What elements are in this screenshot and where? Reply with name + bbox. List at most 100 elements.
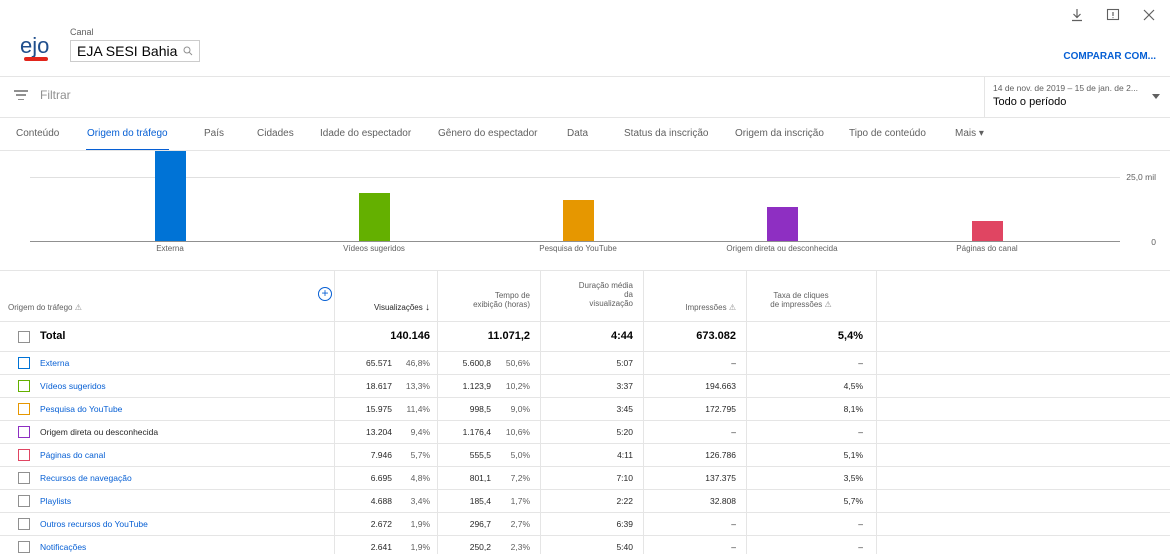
ctr-value: 8,1% [843, 404, 863, 414]
total-checkbox[interactable] [18, 331, 30, 343]
header-views[interactable]: Visualizações ↓ [340, 302, 430, 313]
table-row: Externa 65.571 46,8% 5.600,8 50,6% 5:07 – – [0, 351, 1170, 374]
tab-cities[interactable]: Cidades [257, 128, 294, 139]
filter-bar[interactable]: Filtrar [14, 88, 71, 102]
traffic-source-link[interactable]: Playlists [40, 496, 71, 506]
traffic-source-link[interactable]: Páginas do canal [40, 450, 105, 460]
tab-subscription-status[interactable]: Status da inscrição [624, 128, 709, 139]
views-value: 65.571 [366, 358, 392, 368]
header-ctr[interactable]: Taxa de cliques de impressões ⚠ [753, 291, 849, 309]
traffic-source-link[interactable]: Externa [40, 358, 69, 368]
watch-time-percent: 7,2% [510, 473, 530, 483]
traffic-source-link[interactable]: Origem direta ou desconhecida [40, 427, 158, 437]
avg-duration-value: 6:39 [616, 519, 633, 529]
date-period: Todo o período [993, 96, 1067, 108]
channel-selector[interactable]: EJA SESI Bahia [70, 40, 200, 62]
warning-icon: ⚠ [74, 303, 82, 312]
tab-content[interactable]: Conteúdo [16, 128, 59, 139]
table-row: Outros recursos do YouTube 2.672 1,9% 296,7… [0, 512, 1170, 535]
compare-button[interactable]: COMPARAR COM... [1063, 51, 1156, 62]
ctr-value: 5,7% [843, 496, 863, 506]
watch-time-value: 555,5 [469, 450, 491, 460]
header-avg-duration[interactable]: Duração média da visualização [547, 281, 633, 308]
tab-country[interactable]: País [204, 128, 224, 139]
x-tick-label: Páginas do canal [956, 244, 1018, 253]
views-value: 7.946 [370, 450, 392, 460]
chart-bar[interactable] [972, 220, 1003, 241]
avg-duration-value: 5:07 [616, 358, 633, 368]
row-checkbox[interactable] [18, 380, 30, 392]
x-tick-label: Pesquisa do YouTube [539, 244, 617, 253]
chart-bar[interactable] [563, 200, 594, 241]
impressions-value: – [731, 519, 736, 529]
avg-duration-value: 3:37 [616, 381, 633, 391]
views-percent: 1,9% [410, 542, 430, 552]
warning-icon: ⚠ [728, 303, 736, 312]
total-watch-time: 11.071,2 [487, 330, 530, 342]
close-icon[interactable] [1140, 6, 1158, 24]
row-checkbox[interactable] [18, 472, 30, 484]
row-checkbox[interactable] [18, 403, 30, 415]
impressions-value: 194.663 [705, 381, 736, 391]
report-tabs: Conteúdo Origem do tráfego País Cidades … [0, 118, 1170, 151]
tab-viewer-age[interactable]: Idade do espectador [320, 128, 411, 139]
table-row: Playlists 4.688 3,4% 185,4 1,7% 2:22 32.808 5,7… [0, 489, 1170, 512]
ctr-value: – [858, 427, 863, 437]
views-percent: 3,4% [410, 496, 430, 506]
ctr-value: 5,1% [843, 450, 863, 460]
sort-down-icon: ↓ [425, 302, 430, 313]
traffic-source-link[interactable]: Notificações [40, 542, 86, 552]
impressions-value: 137.375 [705, 473, 736, 483]
views-percent: 9,4% [410, 427, 430, 437]
traffic-source-link[interactable]: Vídeos sugeridos [40, 381, 106, 391]
x-tick-label: Vídeos sugeridos [343, 244, 405, 253]
traffic-source-link[interactable]: Recursos de navegação [40, 473, 132, 483]
feedback-icon[interactable] [1104, 6, 1122, 24]
traffic-source-chart: 25,0 mil 0 Externa Vídeos sugeridos Pesqui… [0, 151, 1170, 261]
total-label: Total [40, 330, 66, 342]
row-checkbox[interactable] [18, 449, 30, 461]
date-range-text: 14 de nov. de 2019 – 15 de jan. de 2... [993, 83, 1138, 93]
header-impressions[interactable]: Impressões ⚠ [650, 303, 736, 312]
views-percent: 5,7% [410, 450, 430, 460]
download-icon[interactable] [1068, 6, 1086, 24]
chart-bar[interactable] [767, 207, 798, 241]
tab-subscription-source[interactable]: Origem da inscrição [735, 128, 824, 139]
row-checkbox[interactable] [18, 426, 30, 438]
chart-bar[interactable] [359, 193, 390, 241]
tab-date[interactable]: Data [567, 128, 588, 139]
divider [0, 270, 1170, 271]
header-watch-time[interactable]: Tempo de exibição (horas) [444, 291, 530, 309]
row-checkbox[interactable] [18, 518, 30, 530]
row-checkbox[interactable] [18, 541, 30, 553]
add-column-button[interactable]: + [318, 287, 332, 301]
tab-traffic-source[interactable]: Origem do tráfego [87, 128, 168, 139]
table-row: Páginas do canal 7.946 5,7% 555,5 5,0% 4:11 12… [0, 443, 1170, 466]
views-value: 2.641 [370, 542, 392, 552]
x-axis [30, 241, 1120, 242]
tab-content-type[interactable]: Tipo de conteúdo [849, 128, 926, 139]
watch-time-value: 801,1 [469, 473, 491, 483]
tab-viewer-gender[interactable]: Gênero do espectador [438, 128, 538, 139]
tab-more[interactable]: Mais ▾ [955, 128, 984, 139]
header-traffic-source[interactable]: Origem do tráfego ⚠ [8, 303, 82, 312]
filter-label: Filtrar [40, 88, 71, 102]
views-percent: 1,9% [410, 519, 430, 529]
date-range-selector[interactable]: 14 de nov. de 2019 – 15 de jan. de 2... … [984, 77, 1170, 117]
row-checkbox[interactable] [18, 357, 30, 369]
views-value: 4.688 [370, 496, 392, 506]
impressions-value: – [731, 427, 736, 437]
channel-label: Canal [70, 27, 94, 37]
chevron-down-icon [1152, 94, 1160, 99]
row-checkbox[interactable] [18, 495, 30, 507]
views-value: 15.975 [366, 404, 392, 414]
avg-duration-value: 5:40 [616, 542, 633, 552]
traffic-source-link[interactable]: Pesquisa do YouTube [40, 404, 122, 414]
views-value: 2.672 [370, 519, 392, 529]
traffic-source-link[interactable]: Outros recursos do YouTube [40, 519, 148, 529]
total-row: Total 140.146 11.071,2 4:44 673.082 5,4% [0, 321, 1170, 351]
chart-bar[interactable] [155, 151, 186, 241]
table-row: Vídeos sugeridos 18.617 13,3% 1.123,9 10,2% 3… [0, 374, 1170, 397]
svg-text:ejo: ejo [20, 33, 49, 58]
total-avg-duration: 4:44 [610, 330, 633, 342]
